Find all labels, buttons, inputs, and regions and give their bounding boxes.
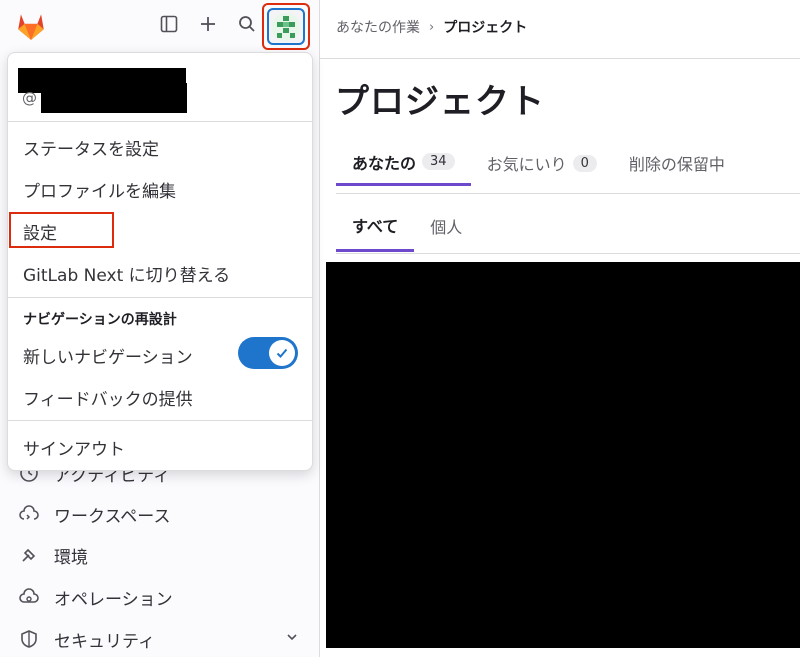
page-title: プロジェクト: [335, 82, 545, 122]
cloud-gear-icon: [18, 586, 40, 608]
count-badge: 34: [422, 153, 455, 170]
sidebar-item-operations[interactable]: オペレーション: [18, 582, 173, 612]
set-status-menu-item[interactable]: ステータスを設定: [23, 135, 159, 160]
chevron-right-icon: ›: [429, 19, 435, 35]
user-handle-prefix: @: [22, 89, 37, 107]
gitlab-logo-icon[interactable]: [14, 9, 48, 43]
user-avatar-button[interactable]: [262, 3, 310, 50]
search-icon[interactable]: [235, 12, 259, 36]
check-icon: [269, 340, 295, 366]
subtab-all[interactable]: すべて: [336, 200, 415, 252]
sign-out-menu-item[interactable]: サインアウト: [23, 435, 125, 460]
divider: [320, 58, 800, 59]
nav-redesign-heading: ナビゲーションの再設計: [23, 312, 177, 328]
sidebar-item-environments[interactable]: 環境: [18, 540, 88, 570]
divider: [336, 253, 800, 254]
breadcrumb-parent-link[interactable]: あなたの作業: [336, 17, 420, 37]
divider: [8, 121, 312, 122]
breadcrumb-current: プロジェクト: [443, 20, 528, 36]
divider: [336, 193, 800, 194]
tab-yours[interactable]: あなたの 34: [336, 140, 471, 186]
shield-icon: [18, 628, 40, 650]
switch-gitlab-next-menu-item[interactable]: GitLab Next に切り替える: [23, 261, 230, 286]
tab-starred[interactable]: お気にいり 0: [471, 140, 613, 186]
plus-icon[interactable]: [196, 12, 220, 36]
avatar: [272, 12, 300, 41]
project-tabs: あなたの 34 お気にいり 0 削除の保留中: [336, 140, 741, 194]
tab-pending-deletion[interactable]: 削除の保留中: [613, 140, 741, 186]
divider: [8, 420, 312, 421]
divider: [8, 297, 312, 298]
sidebar-item-label: セキュリティ: [54, 631, 155, 652]
new-navigation-label: 新しいナビゲーション: [23, 348, 193, 368]
chevron-down-icon[interactable]: [285, 630, 299, 644]
redacted-project-list: [326, 262, 800, 648]
user-menu-dropdown: @ ステータスを設定 プロファイルを編集 設定 GitLab Next に切り替…: [7, 52, 313, 471]
feedback-menu-item[interactable]: フィードバックの提供: [23, 385, 193, 410]
filter-subtabs: すべて 個人: [336, 200, 478, 252]
sidebar-item-workspaces[interactable]: ワークスペース: [18, 499, 170, 529]
breadcrumb: あなたの作業 › プロジェクト: [336, 17, 527, 37]
tab-label: あなたの: [352, 153, 417, 173]
tab-label: 削除の保留中: [628, 155, 725, 174]
settings-menu-item[interactable]: 設定: [23, 219, 57, 244]
edit-profile-menu-item[interactable]: プロファイルを編集: [23, 177, 176, 202]
tab-label: お気にいり: [486, 155, 567, 174]
environment-icon: [18, 544, 40, 566]
new-navigation-toggle[interactable]: [238, 337, 298, 369]
sidebar-item-label: オペレーション: [54, 589, 173, 610]
sidebar-item-label: ワークスペース: [54, 506, 171, 527]
subtab-personal[interactable]: 個人: [414, 200, 478, 252]
sidebar-toggle-icon[interactable]: [157, 12, 181, 36]
cloud-terminal-icon: [18, 503, 40, 525]
redacted-user-handle: [41, 83, 187, 113]
sidebar-item-label: 環境: [54, 547, 88, 568]
sidebar-item-security[interactable]: セキュリティ: [18, 624, 155, 654]
count-badge: 0: [572, 154, 597, 172]
